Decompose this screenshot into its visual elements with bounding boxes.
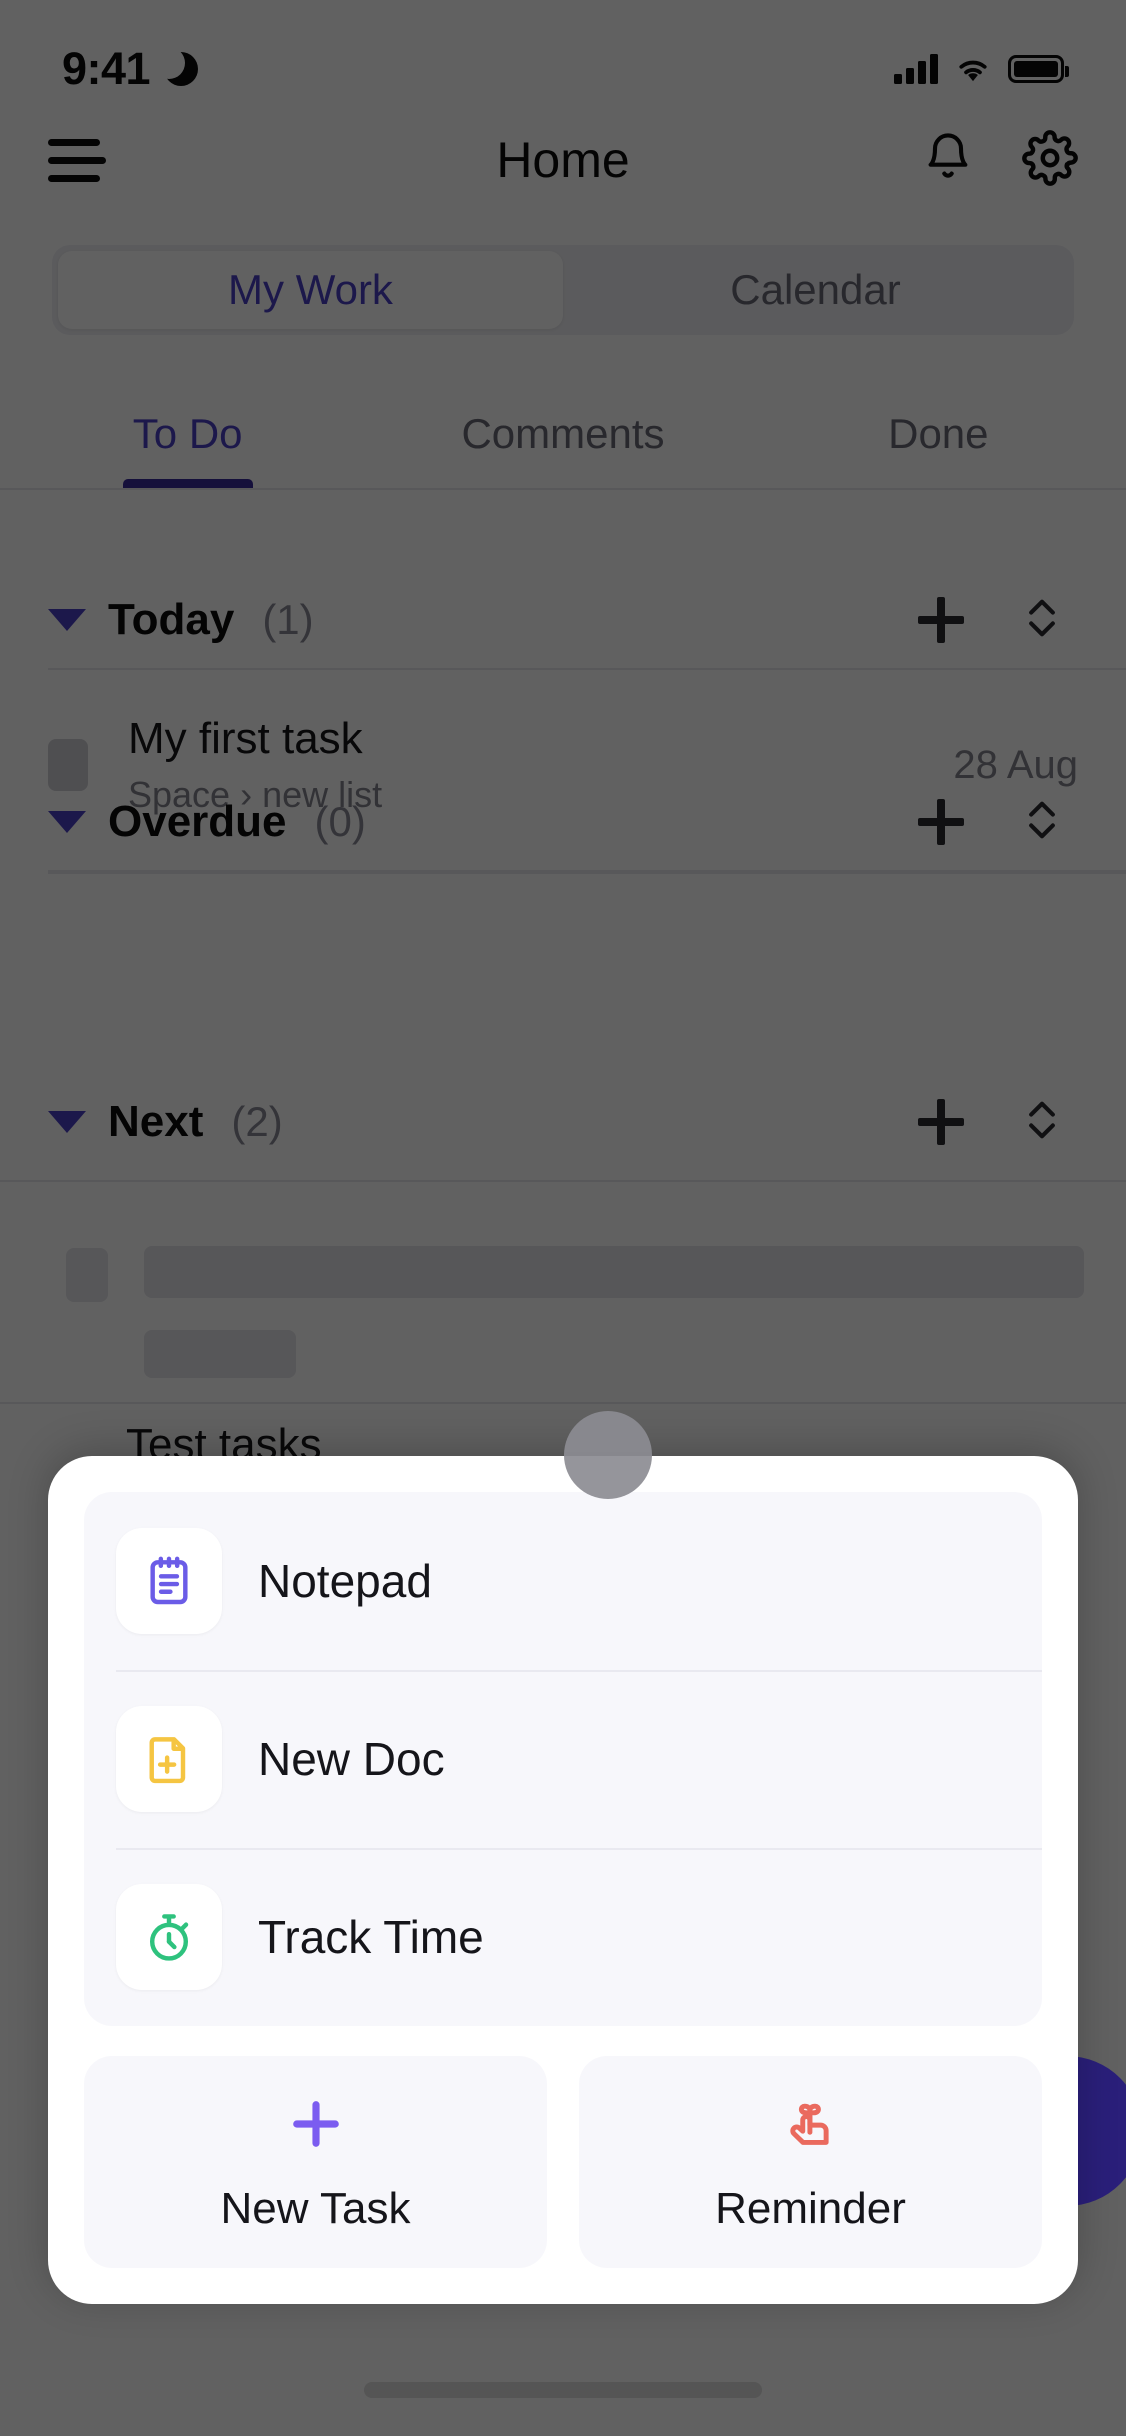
new-task-button[interactable]: New Task xyxy=(84,2056,547,2268)
action-label: New Task xyxy=(220,2183,411,2233)
list-item-track-time[interactable]: Track Time xyxy=(84,1848,1042,2026)
notepad-icon xyxy=(116,1528,222,1634)
plus-icon xyxy=(283,2091,349,2162)
phone-screen: 9:41 xyxy=(0,0,1126,2436)
list-item-new-doc[interactable]: New Doc xyxy=(84,1670,1042,1848)
action-label: Reminder xyxy=(715,2183,906,2233)
reminder-button[interactable]: Reminder xyxy=(579,2056,1042,2268)
home-indicator xyxy=(364,2382,762,2398)
finger-string-icon xyxy=(778,2091,844,2162)
quick-action-buttons: New Task Reminder xyxy=(84,2056,1042,2268)
list-item-notepad[interactable]: Notepad xyxy=(84,1492,1042,1670)
stopwatch-icon xyxy=(116,1884,222,1990)
list-item-label: Notepad xyxy=(258,1555,432,1607)
document-plus-icon xyxy=(116,1706,222,1812)
list-item-label: Track Time xyxy=(258,1911,484,1963)
list-item-label: New Doc xyxy=(258,1733,445,1785)
quick-create-list: Notepad New Doc Track Time xyxy=(84,1492,1042,2026)
bottom-sheet: Notepad New Doc Track Time New Task Remi… xyxy=(48,1456,1078,2304)
touch-indicator xyxy=(564,1411,652,1499)
